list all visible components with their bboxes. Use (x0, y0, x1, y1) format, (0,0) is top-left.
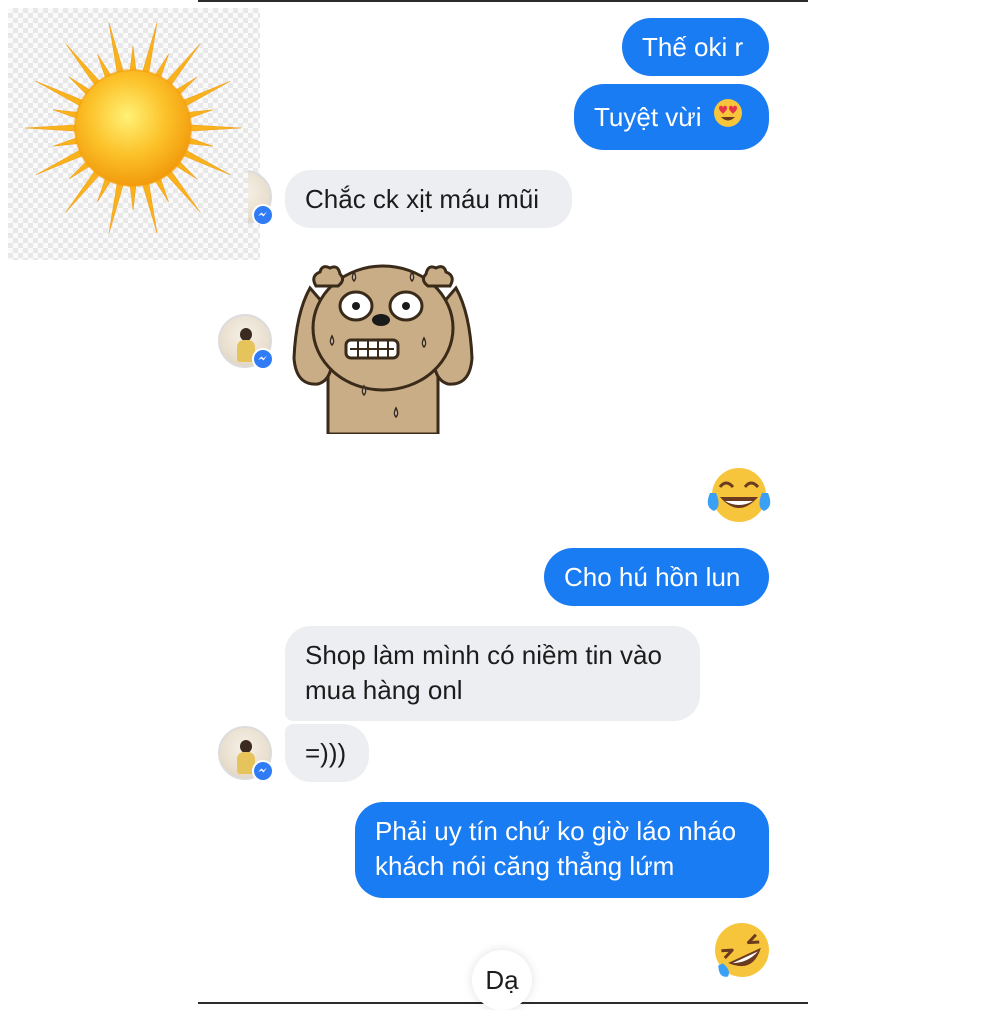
incoming-message[interactable]: Shop làm mình có niềm tin vào mua hàng o… (285, 626, 700, 721)
sun-ray (164, 168, 201, 213)
message-text-line: khách nói căng thẳng lứm (375, 851, 675, 881)
messenger-badge-icon (252, 204, 272, 224)
contact-avatar[interactable] (218, 314, 274, 370)
messenger-badge-icon (252, 760, 274, 782)
heart-eyes-emoji (713, 86, 743, 152)
quick-reply-label: Dạ (485, 965, 519, 995)
top-divider (198, 0, 808, 2)
sun-ray (141, 180, 158, 234)
outgoing-message[interactable]: Thế oki r (622, 18, 769, 76)
quick-reply-chip[interactable]: Dạ (472, 950, 532, 1010)
outgoing-message[interactable]: Phải uy tín chứ ko giờ láo nháo khách nó… (355, 802, 769, 898)
sun-overlay (8, 8, 260, 260)
incoming-message[interactable]: Chắc ck xịt máu mũi (285, 170, 572, 228)
sun-ray (164, 43, 201, 88)
contact-avatar[interactable] (218, 726, 274, 782)
sun-ray (65, 43, 102, 88)
message-text-line: Phải uy tín chứ ko giờ láo nháo (375, 816, 737, 846)
sun-ray (187, 124, 242, 132)
message-text-line: mua hàng onl (305, 675, 463, 705)
sun-ray (141, 22, 158, 76)
sun-icon (24, 22, 242, 234)
messenger-badge-icon (252, 348, 274, 370)
sweating-dog-sticker[interactable] (288, 258, 478, 434)
sun-ray (65, 168, 102, 213)
incoming-message[interactable]: =))) (285, 724, 369, 782)
message-text: Thế oki r (642, 32, 744, 62)
message-text: Chắc ck xịt máu mũi (305, 184, 540, 214)
sun-ray (108, 180, 125, 234)
sun-ray (108, 22, 125, 76)
message-text: Cho hú hồn lun (564, 562, 741, 592)
tears-of-joy-emoji (707, 468, 771, 522)
message-text-line: Shop làm mình có niềm tin vào (305, 640, 662, 670)
message-text: =))) (305, 738, 347, 768)
outgoing-message[interactable]: Cho hú hồn lun (544, 548, 769, 606)
rolling-laughing-emoji (715, 923, 769, 977)
sun-ray (24, 124, 79, 132)
outgoing-message[interactable]: Tuyệt vừi (574, 84, 769, 150)
message-text: Tuyệt vừi (594, 102, 702, 132)
